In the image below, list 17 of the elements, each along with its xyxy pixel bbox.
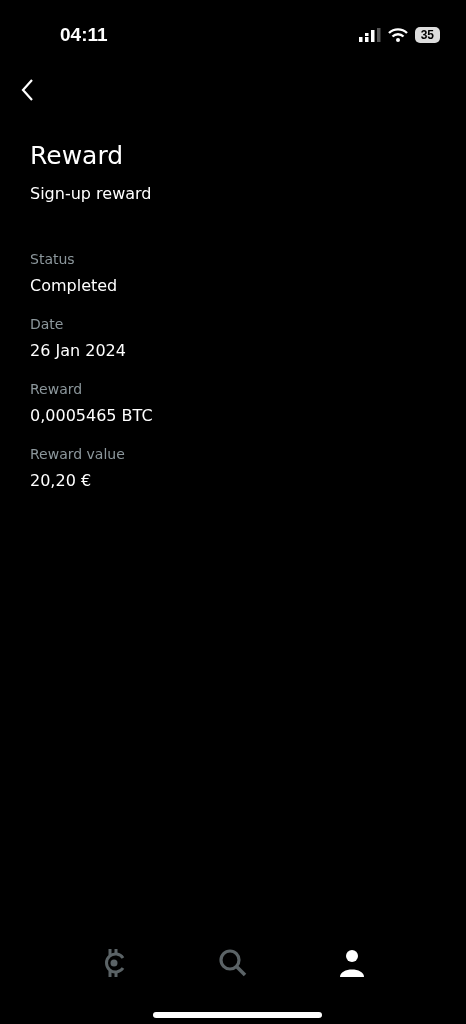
battery-indicator: 35 xyxy=(414,27,440,43)
profile-icon[interactable] xyxy=(339,949,366,977)
field-label: Status xyxy=(30,250,76,269)
field-value: 26 Jan 2024 xyxy=(30,340,127,362)
status-time: 04:11 xyxy=(60,24,108,46)
wifi-icon xyxy=(387,28,408,42)
field-value: 0,0005465 BTC xyxy=(30,405,154,427)
field-value: 20,20 € xyxy=(30,470,93,492)
page-subtitle: Sign-up reward xyxy=(30,183,153,205)
search-icon[interactable] xyxy=(218,948,248,978)
field-label: Date xyxy=(30,315,65,334)
field-value: Completed xyxy=(30,275,119,297)
field-label: Reward value xyxy=(30,445,126,464)
back-icon[interactable] xyxy=(20,78,34,102)
signal-icon xyxy=(358,28,381,42)
field-label: Reward xyxy=(30,380,84,399)
page-title: Reward xyxy=(30,140,125,172)
